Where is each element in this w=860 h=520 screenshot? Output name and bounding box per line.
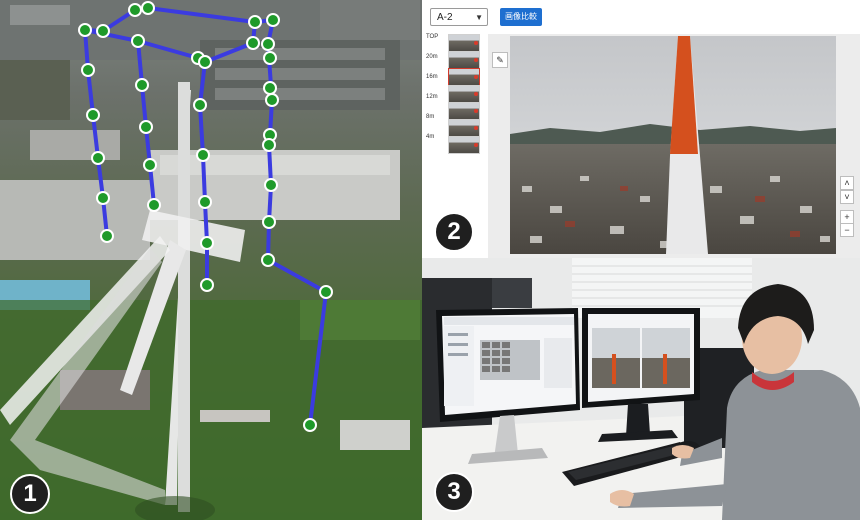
- thumbnail-selected[interactable]: [448, 68, 480, 86]
- image-comparison-tool: A-2 ▼ 画像比較 TOP 20m 16m 12m 8m 4m ✎ ˄ ˅ +…: [422, 0, 860, 258]
- waypoint-marker[interactable]: [135, 78, 149, 92]
- waypoint-marker[interactable]: [246, 36, 260, 50]
- waypoint-marker[interactable]: [248, 15, 262, 29]
- waypoint-marker[interactable]: [96, 24, 110, 38]
- waypoint-marker[interactable]: [263, 51, 277, 65]
- marker-dot-icon: [474, 92, 478, 96]
- waypoint-marker[interactable]: [131, 34, 145, 48]
- marker-dot-icon: [474, 75, 478, 79]
- thumbnail[interactable]: [448, 34, 480, 52]
- altitude-label: 4m: [426, 134, 435, 140]
- compare-images-button[interactable]: 画像比較: [500, 8, 542, 26]
- waypoint-marker[interactable]: [139, 120, 153, 134]
- flight-path-overlay: [78, 1, 333, 432]
- waypoint-marker[interactable]: [261, 253, 275, 267]
- marker-dot-icon: [474, 41, 478, 45]
- waypoint-marker[interactable]: [100, 229, 114, 243]
- site-selector[interactable]: A-2 ▼: [430, 8, 488, 26]
- altitude-label: 12m: [426, 94, 438, 100]
- waypoint-marker[interactable]: [96, 191, 110, 205]
- waypoint-marker[interactable]: [262, 138, 276, 152]
- altitude-label: 20m: [426, 54, 438, 60]
- marker-dot-icon: [474, 126, 478, 130]
- marker-dot-icon: [474, 58, 478, 62]
- marker-dot-icon: [474, 109, 478, 113]
- turbine-photo: [510, 36, 836, 254]
- waypoint-marker[interactable]: [86, 108, 100, 122]
- step-badge-3: 3: [434, 472, 474, 512]
- waypoint-marker[interactable]: [266, 13, 280, 27]
- altitude-label: 16m: [426, 74, 438, 80]
- waypoint-marker[interactable]: [261, 37, 275, 51]
- thumbnail[interactable]: [448, 85, 480, 103]
- waypoint-marker[interactable]: [141, 1, 155, 15]
- chevron-down-icon: ▼: [475, 13, 483, 22]
- flight-path-map: 1: [0, 0, 422, 520]
- waypoint-marker[interactable]: [128, 3, 142, 17]
- chevron-up-icon[interactable]: ˄: [840, 176, 854, 190]
- waypoint-marker[interactable]: [200, 236, 214, 250]
- thumbnail[interactable]: [448, 102, 480, 120]
- waypoint-marker[interactable]: [147, 198, 161, 212]
- waypoint-marker[interactable]: [198, 195, 212, 209]
- altitude-label: TOP: [426, 34, 439, 40]
- step-badge-2: 2: [434, 212, 474, 252]
- marker-dot-icon: [474, 143, 478, 147]
- waypoint-marker[interactable]: [303, 418, 317, 432]
- waypoint-marker[interactable]: [263, 81, 277, 95]
- thumbnail[interactable]: [448, 136, 480, 154]
- chevron-down-icon[interactable]: ˅: [840, 190, 854, 204]
- turbine-photo-image: [510, 36, 836, 254]
- office-scene: =: [422, 258, 860, 520]
- office-photo: =: [422, 258, 860, 520]
- waypoint-marker[interactable]: [78, 23, 92, 37]
- altitude-label: 8m: [426, 114, 435, 120]
- thumbnail[interactable]: [448, 119, 480, 137]
- waypoint-marker[interactable]: [200, 278, 214, 292]
- waypoint-marker[interactable]: [196, 148, 210, 162]
- site-selector-value: A-2: [437, 12, 453, 23]
- thumbnail-strip: [448, 34, 480, 154]
- thumbnail[interactable]: [448, 51, 480, 69]
- waypoint-marker[interactable]: [193, 98, 207, 112]
- plus-icon[interactable]: +: [840, 210, 854, 224]
- minus-icon[interactable]: −: [840, 223, 854, 237]
- waypoint-marker[interactable]: [265, 93, 279, 107]
- waypoint-marker[interactable]: [319, 285, 333, 299]
- waypoint-marker[interactable]: [81, 63, 95, 77]
- waypoint-marker[interactable]: [143, 158, 157, 172]
- waypoint-marker[interactable]: [198, 55, 212, 69]
- waypoint-marker[interactable]: [91, 151, 105, 165]
- pencil-icon[interactable]: ✎: [492, 52, 508, 68]
- waypoint-marker[interactable]: [262, 215, 276, 229]
- waypoint-marker[interactable]: [264, 178, 278, 192]
- step-badge-1: 1: [10, 474, 50, 514]
